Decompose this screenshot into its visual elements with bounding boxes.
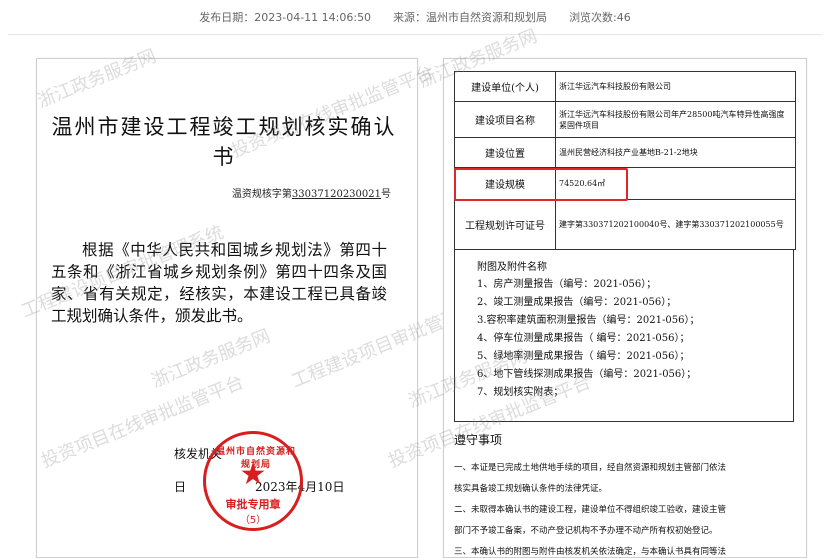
- certificate-title: 温州市建设工程竣工规划核实确认书: [51, 115, 397, 169]
- table-row: 建设项目名称 浙江华远汽车科技股份有限公司年产28500吨汽车特异性高强度紧固件…: [454, 101, 796, 138]
- official-seal: 温州市自然资源和规划局 ★ 审批专用章 （5）: [203, 431, 303, 531]
- row-label: 建设项目名称: [454, 101, 556, 138]
- table-row: 建设位置 温州民营经济科技产业基地B-21-2地块: [454, 137, 796, 168]
- certificate-page: 温州市建设工程竣工规划核实确认书 温资规核字第33037120230021号 根…: [18, 46, 497, 558]
- certificate-number-prefix: 温资规核字第: [231, 189, 292, 200]
- list-item: 1、房产测量报告（编号：2021-056）；: [477, 279, 657, 290]
- view-count: 浏览次数:46: [569, 11, 631, 24]
- highlight-annotation: [454, 168, 628, 201]
- watermark: 浙江政务服务网: [148, 325, 274, 393]
- row-label: 工程规划许可证号: [454, 199, 556, 250]
- attachments-title: 附图及附件名称: [477, 262, 547, 273]
- article-meta-bar: 发布日期：2023-04-11 14:06:50 来源：温州市自然资源和规划局 …: [0, 0, 830, 34]
- project-info-table: 建设单位(个人) 浙江华远汽车科技股份有限公司 建设项目名称 浙江华远汽车科技股…: [454, 71, 796, 250]
- notice-line: 三、本确认书的附图与附件由核发机关依法确定，与本确认书具有同等法: [454, 547, 727, 557]
- certificate-number-suffix: 号: [381, 189, 391, 200]
- certificate-detail-page: 建设单位(个人) 浙江华远汽车科技股份有限公司 建设项目名称 浙江华远汽车科技股…: [385, 26, 807, 558]
- certificate-body: 根据《中华人民共和国城乡规划法》第四十五条和《浙江省城乡规划条例》第四十四条及国…: [51, 241, 387, 325]
- row-value: 浙江华远汽车科技股份有限公司: [555, 71, 796, 102]
- certificate-number-value: 33037120230021: [291, 189, 381, 200]
- meta-divider: [8, 34, 822, 35]
- list-item: 7、规划核实附表；: [477, 387, 564, 398]
- row-label: 建设单位(个人): [454, 71, 556, 102]
- source: 来源：温州市自然资源和规划局: [393, 11, 548, 24]
- row-label: 建设位置: [454, 137, 556, 168]
- notice-line: 部门不予竣工备案，不动产登记机构不予办理不动产所有权初始登记。: [454, 526, 718, 536]
- list-item: 4、停车位测量成果报告（ 编号：2021-056）；: [477, 333, 690, 344]
- notice-line: 核实具备竣工规划确认条件的法律凭证。: [454, 484, 608, 494]
- row-value: 温州民营经济科技产业基地B-21-2地块: [555, 137, 796, 168]
- list-item: 2、竣工测量成果报告（编号：2021-056）；: [477, 297, 677, 308]
- star-icon: ★: [239, 457, 267, 492]
- table-row: 工程规划许可证号 建字第330371202100040号、建字第33037120…: [454, 199, 796, 250]
- list-item: 3.容积率建筑面积测量报告（编号：2021-056）；: [477, 315, 700, 326]
- notice-line: 二、未取得本确认书的建设工程，建设单位不得组织竣工验收，建设主管: [454, 505, 727, 515]
- seal-number: （5）: [239, 515, 267, 526]
- notice-title: 遵守事项: [454, 433, 503, 447]
- seal-name: 审批专用章: [225, 498, 281, 511]
- date-label: 日: [174, 480, 187, 494]
- list-item: 5、绿地率测量成果报告（ 编号：2021-056）；: [477, 351, 690, 362]
- row-value: 浙江华远汽车科技股份有限公司年产28500吨汽车特异性高强度紧固件项目: [555, 101, 796, 138]
- watermark: 浙江政务服务网: [34, 45, 160, 113]
- notice-line: 一、本证是已完成土地供地手续的项目，经自然资源和规划主管部门依法: [454, 463, 727, 473]
- publish-date: 发布日期：2023-04-11 14:06:50: [199, 11, 372, 24]
- attachments-section: 附图及附件名称 1、房产测量报告（编号：2021-056）； 2、竣工测量成果报…: [454, 250, 794, 422]
- row-value: 建字第330371202100040号、建字第330371202100055号: [555, 199, 796, 250]
- certificate-number: 温资规核字第33037120230021号: [232, 185, 391, 200]
- table-row: 建设单位(个人) 浙江华远汽车科技股份有限公司: [454, 71, 796, 102]
- list-item: 6、地下管线探测成果报告（编号：2021-056）；: [477, 369, 697, 380]
